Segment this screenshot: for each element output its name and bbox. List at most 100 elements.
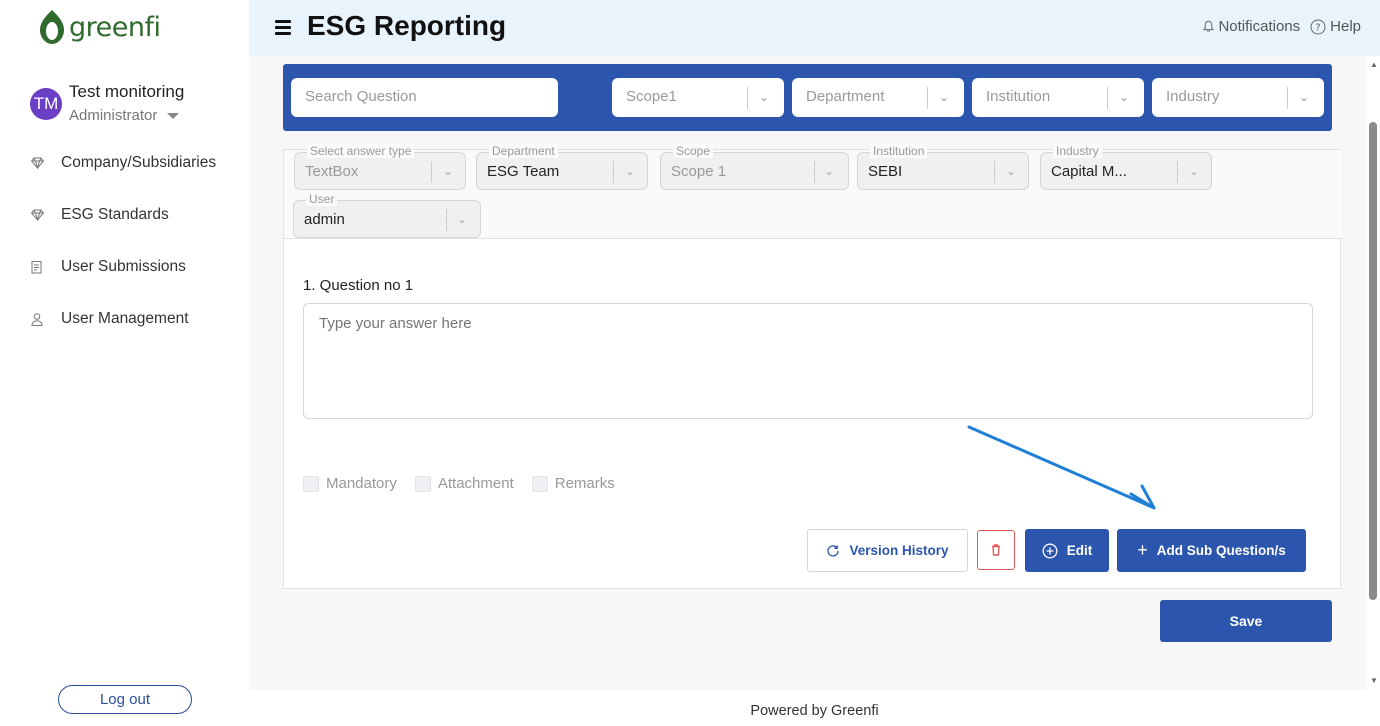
page-title: ESG Reporting [307,10,507,41]
department-select[interactable]: Department ESG Team ⌄ [476,144,648,190]
checkbox-box [303,475,319,492]
question-title: 1. Question no 1 [303,277,414,294]
scroll-down-icon[interactable]: ▼ [1370,676,1378,685]
user-name: Test monitoring [69,82,185,101]
sidebar-item-label: Company/Subsidiaries [61,154,217,171]
institution-filter-value: Institution [986,88,1051,105]
scroll-up-icon[interactable]: ▲ [1370,60,1378,69]
filter-bar: Search Question Scope1 ⌄ Department ⌄ In… [283,64,1332,131]
sidebar-item-label: ESG Standards [61,206,169,223]
institution-select[interactable]: Institution SEBI ⌄ [857,144,1029,190]
diamond-icon [30,156,44,170]
chevron-down-icon: ⌄ [824,164,835,178]
scope-select[interactable]: Scope Scope 1 ⌄ [660,144,849,190]
user-role-dropdown[interactable]: Administrator [69,107,180,124]
scope-filter-select[interactable]: Scope1 ⌄ [612,78,784,117]
notifications-link[interactable]: Notifications [1218,18,1300,35]
leaf-logo-icon [40,10,64,44]
diamond-icon [30,208,44,222]
document-icon [30,260,44,274]
plus-circle-icon [1042,543,1058,558]
edit-button[interactable]: Edit [1025,529,1109,572]
industry-filter-select[interactable]: Industry ⌄ [1152,78,1324,117]
user-value: admin [304,211,345,228]
checkbox-box [531,475,548,492]
institution-filter-select[interactable]: Institution ⌄ [972,78,1144,117]
department-value: ESG Team [487,163,560,180]
brand-name: greenfi [69,11,161,43]
version-history-button[interactable]: Version History [807,529,968,572]
chevron-down-icon: ⌄ [457,212,468,226]
history-icon [827,544,840,557]
footer: Powered by Greenfi [249,690,1380,726]
attachment-checkbox[interactable]: Attachment [414,475,514,492]
sidebar-item-label: User Submissions [61,258,186,275]
main-content: Search Question Scope1 ⌄ Department ⌄ In… [249,56,1367,690]
department-filter-value: Department [806,88,885,105]
industry-select[interactable]: Industry Capital M... ⌄ [1040,144,1212,190]
header: ESG Reporting Notifications ? Help [249,0,1380,56]
svg-text:?: ? [1315,22,1320,33]
version-history-label: Version History [849,543,949,558]
powered-by-text: Powered by Greenfi [750,703,879,719]
plus-icon: + [1137,540,1148,560]
sidebar-item-label: User Management [61,310,189,327]
remarks-label: Remarks [554,475,615,492]
chevron-down-icon: ⌄ [443,164,454,178]
save-button[interactable]: Save [1160,600,1332,642]
answer-textarea[interactable] [303,303,1313,419]
scrollbar-thumb[interactable] [1369,122,1377,600]
caret-down-icon [167,112,180,119]
scope-value: Scope 1 [671,163,727,180]
institution-value: SEBI [868,163,903,180]
checkbox-box [414,475,431,492]
question-meta: Select answer type TextBox ⌄ Department … [284,144,1342,239]
add-sub-question-button[interactable]: + Add Sub Question/s [1117,529,1306,572]
sidebar-item-user-management[interactable]: User Management [30,310,189,328]
chevron-down-icon: ⌄ [1299,90,1310,104]
help-icon: ? [1310,19,1326,34]
annotation-arrow-icon [967,425,1156,510]
chevron-down-icon: ⌄ [1189,164,1200,178]
delete-button[interactable] [977,530,1015,570]
mandatory-label: Mandatory [326,475,397,492]
sidebar: greenfi TM Test monitoring Administrator… [0,0,249,726]
question-card: Select answer type TextBox ⌄ Department … [283,144,1342,589]
person-icon [30,312,44,326]
add-sub-question-label: Add Sub Question/s [1156,543,1286,558]
user-label: User [306,192,338,206]
sidebar-item-user-submissions[interactable]: User Submissions [30,258,186,276]
department-label: Department [489,144,558,158]
question-options: Mandatory Attachment Remarks [303,475,615,492]
institution-label: Institution [870,144,928,158]
vertical-scrollbar[interactable]: ▲ ▼ [1367,56,1380,690]
menu-icon[interactable] [275,20,291,38]
remarks-checkbox[interactable]: Remarks [531,475,615,492]
industry-filter-value: Industry [1166,88,1220,105]
search-input[interactable]: Search Question [291,78,558,117]
sidebar-item-esg-standards[interactable]: ESG Standards [30,206,169,224]
header-actions: Notifications ? Help [1203,18,1361,35]
scope-filter-value: Scope1 [626,88,677,105]
chevron-down-icon: ⌄ [759,90,770,104]
edit-label: Edit [1066,543,1093,558]
answer-type-label: Select answer type [307,144,415,158]
scope-label: Scope [673,144,714,158]
chevron-down-icon: ⌄ [1119,90,1130,104]
department-filter-select[interactable]: Department ⌄ [792,78,964,117]
logout-button[interactable]: Log out [58,685,192,714]
help-link[interactable]: Help [1330,18,1361,35]
greenfi-logo[interactable]: greenfi [38,8,161,46]
chevron-down-icon: ⌄ [1006,164,1017,178]
bell-icon [1203,20,1215,32]
answer-type-select[interactable]: Select answer type TextBox ⌄ [294,144,466,190]
trash-icon [992,544,1000,556]
avatar[interactable]: TM [30,88,62,120]
chevron-down-icon: ⌄ [939,90,950,104]
industry-value: Capital M... [1051,163,1127,180]
sidebar-item-company-subsidiaries[interactable]: Company/Subsidiaries [30,154,216,172]
industry-label: Industry [1053,144,1102,158]
mandatory-checkbox[interactable]: Mandatory [303,475,397,492]
user-select[interactable]: User admin ⌄ [293,192,481,238]
user-role: Administrator [69,107,158,124]
